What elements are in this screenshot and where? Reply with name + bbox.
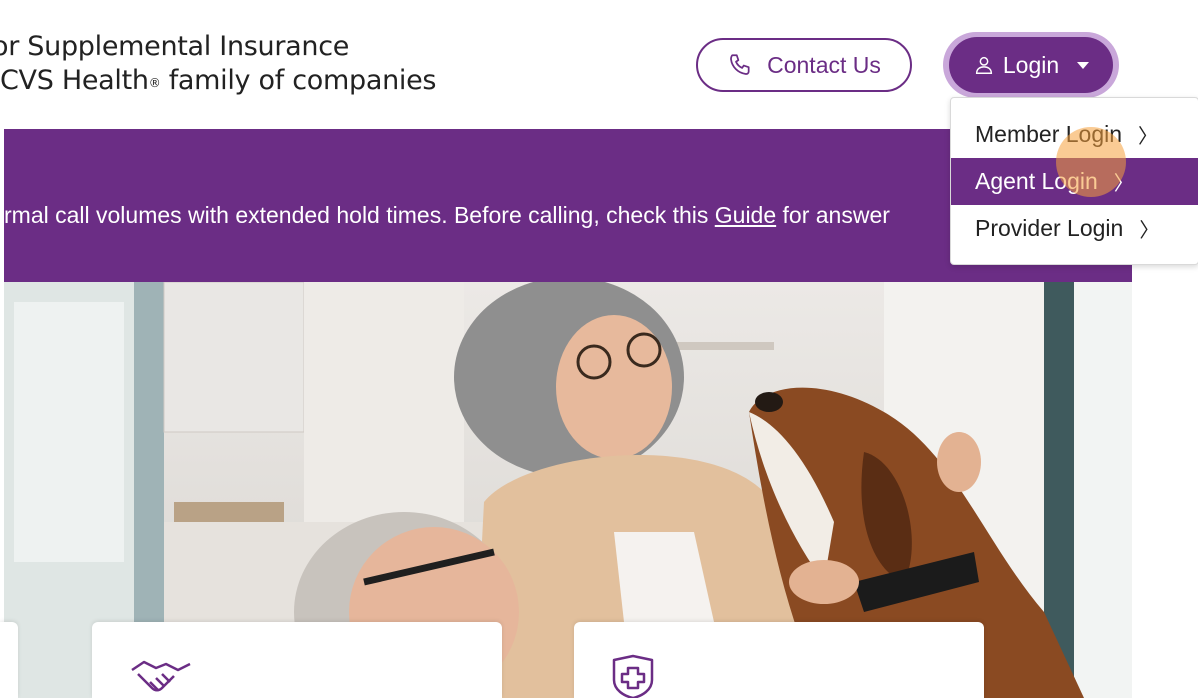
shield-plus-icon [612, 654, 654, 698]
card-stub[interactable] [0, 622, 18, 698]
registered-mark: ® [148, 76, 161, 90]
guide-link[interactable]: Guide [715, 202, 776, 228]
brand-line-1: or Supplemental Insurance [0, 31, 350, 62]
chevron-right-icon: 〉 [1139, 220, 1160, 242]
card-health-shield[interactable] [574, 622, 984, 698]
card-handshake[interactable] [92, 622, 502, 698]
banner-text-before: rmal call volumes with extended hold tim… [4, 202, 715, 228]
user-icon [975, 56, 992, 74]
brand-line-2: CVS Health® family of companies [0, 64, 436, 98]
contact-us-button[interactable]: Contact Us [696, 38, 912, 92]
phone-icon [730, 54, 750, 75]
brand-company: CVS Health [0, 65, 149, 96]
brand-family-text: family of companies [160, 65, 437, 96]
chevron-right-icon: 〉 [1138, 126, 1159, 148]
click-indicator [1056, 127, 1126, 197]
menu-item-label: Provider Login [975, 215, 1124, 241]
menu-item-provider-login[interactable]: Provider Login 〉 [951, 205, 1198, 252]
banner-text-after: for answer [776, 202, 890, 228]
login-label: Login [1002, 51, 1060, 78]
handshake-icon [131, 660, 191, 692]
alert-banner-text: rmal call volumes with extended hold tim… [4, 202, 890, 229]
caret-down-icon [1077, 61, 1090, 69]
login-button[interactable]: Login [949, 37, 1113, 93]
contact-us-label: Contact Us [767, 51, 881, 78]
